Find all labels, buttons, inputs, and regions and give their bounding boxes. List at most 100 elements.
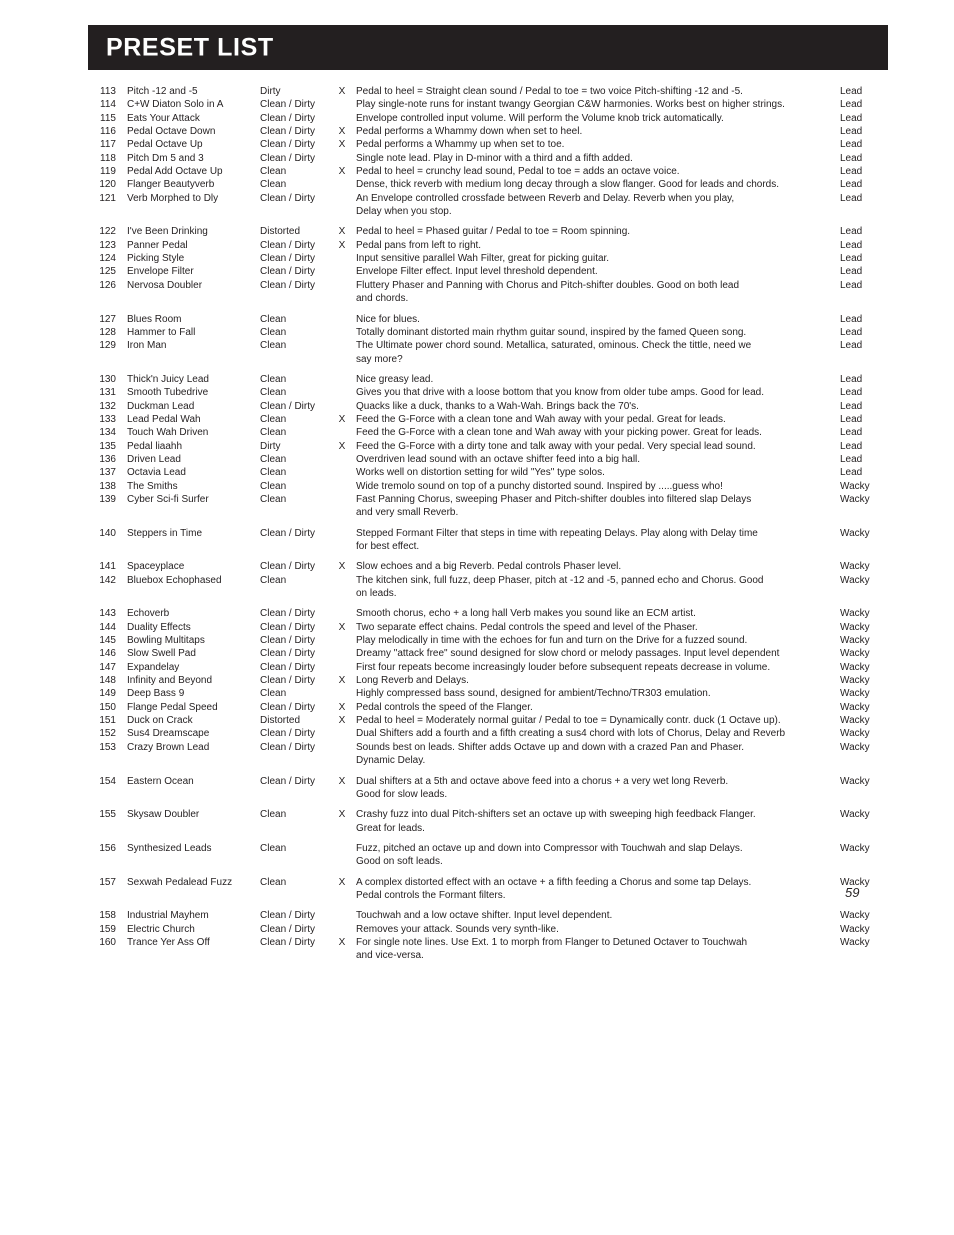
preset-category: Wacky xyxy=(840,675,870,687)
pedal-marker: X xyxy=(338,226,346,238)
pedal-marker: X xyxy=(338,86,346,97)
table-row: 160 Trance Yer Ass Off Clean / Dirty X For s… xyxy=(88,936,888,949)
preset-input-type: Clean / Dirty xyxy=(260,192,316,204)
preset-list-table: 113 Pitch -12 and -5 Dirty X Pedal to heel =… xyxy=(88,85,888,963)
table-row: 153 Crazy Brown Lead Clean / Dirty Sounds b… xyxy=(88,741,888,754)
preset-input-type: Clean xyxy=(260,387,287,399)
preset-number: 126 xyxy=(99,279,116,291)
preset-number: 160 xyxy=(99,936,116,948)
preset-category: Lead xyxy=(840,340,863,352)
preset-number: 127 xyxy=(99,313,116,325)
preset-description: Single note lead. Play in D-minor with a… xyxy=(356,152,633,164)
pedal-marker: X xyxy=(338,166,346,178)
preset-category: Lead xyxy=(840,373,863,385)
preset-category: Lead xyxy=(840,86,863,97)
preset-number: 135 xyxy=(99,440,116,452)
preset-category: Lead xyxy=(840,387,863,399)
preset-description: Highly compressed bass sound, designed f… xyxy=(356,688,711,700)
preset-description: For single note lines. Use Ext. 1 to mor… xyxy=(356,936,748,948)
preset-number: 159 xyxy=(99,923,116,935)
preset-category: Wacky xyxy=(840,809,870,821)
table-row: 137 Octavia Lead Clean Works well on distor… xyxy=(88,466,888,479)
preset-input-type: Clean xyxy=(260,413,287,425)
preset-category: Wacky xyxy=(840,561,870,573)
preset-number: 152 xyxy=(99,728,116,740)
preset-name: Envelope Filter xyxy=(127,266,194,278)
preset-description-continued: Delay when you stop. xyxy=(356,206,452,218)
preset-name: Pitch -12 and -5 xyxy=(127,86,198,97)
preset-category: Lead xyxy=(840,226,863,238)
preset-description: Gives you that drive with a loose bottom… xyxy=(356,387,764,399)
table-row: 127 Blues Room Clean Nice for blues. Lead xyxy=(88,313,888,326)
preset-name: Duck on Crack xyxy=(127,715,193,727)
preset-number: 117 xyxy=(100,139,116,151)
preset-description: Pedal performs a Whammy down when set to… xyxy=(356,126,583,138)
preset-group: 155 Skysaw Doubler Clean X Crashy fuzz into … xyxy=(88,808,888,835)
preset-category: Wacky xyxy=(840,741,870,753)
preset-name: Verb Morphed to Dly xyxy=(127,192,219,204)
preset-category: Lead xyxy=(840,179,863,191)
preset-input-type: Clean / Dirty xyxy=(260,561,316,573)
preset-name: Iron Man xyxy=(127,340,167,352)
preset-name: Blues Room xyxy=(127,313,182,325)
preset-input-type: Clean xyxy=(260,453,287,465)
preset-number: 142 xyxy=(99,574,116,586)
preset-category: Lead xyxy=(840,467,863,479)
preset-input-type: Clean / Dirty xyxy=(260,266,316,278)
preset-description: Envelope Filter effect. Input level thre… xyxy=(356,266,598,278)
preset-number: 134 xyxy=(99,427,116,439)
preset-category: Wacky xyxy=(840,701,870,713)
table-row: 154 Eastern Ocean Clean / Dirty X Dual shift… xyxy=(88,775,888,788)
preset-number: 158 xyxy=(99,910,116,922)
preset-input-type: Clean / Dirty xyxy=(260,741,316,753)
preset-description: Slow echoes and a big Reverb. Pedal cont… xyxy=(356,561,622,573)
preset-description: A complex distorted effect with an octav… xyxy=(356,876,752,888)
preset-description: Fluttery Phaser and Panning with Chorus … xyxy=(356,279,740,291)
preset-name: Steppers in Time xyxy=(127,527,203,539)
table-row: 138 The Smiths Clean Wide tremolo sound on … xyxy=(88,480,888,493)
preset-name: Deep Bass 9 xyxy=(127,688,185,700)
preset-input-type: Distorted xyxy=(260,226,301,238)
preset-number: 128 xyxy=(99,326,116,338)
preset-name: Thick'n Juicy Lead xyxy=(127,373,209,385)
preset-category: Wacky xyxy=(840,775,870,787)
preset-category: Wacky xyxy=(840,635,870,647)
preset-name: Slow Swell Pad xyxy=(127,648,196,660)
preset-name: Bluebox Echophased xyxy=(127,574,222,586)
preset-input-type: Dirty xyxy=(260,86,281,97)
preset-number: 123 xyxy=(99,239,116,251)
preset-input-type: Clean xyxy=(260,842,287,854)
preset-category: Lead xyxy=(840,99,863,111)
preset-input-type: Clean xyxy=(260,340,287,352)
preset-name: Cyber Sci-fi Surfer xyxy=(127,493,209,505)
table-row: 132 Duckman Lead Clean / Dirty Quacks like … xyxy=(88,400,888,413)
preset-category: Lead xyxy=(840,413,863,425)
preset-input-type: Clean / Dirty xyxy=(260,728,316,740)
preset-number: 133 xyxy=(99,413,116,425)
preset-number: 120 xyxy=(99,179,116,191)
preset-group: 113 Pitch -12 and -5 Dirty X Pedal to heel =… xyxy=(88,85,888,218)
table-row: 147 Expandelay Clean / Dirty First four rep… xyxy=(88,661,888,674)
preset-input-type: Clean / Dirty xyxy=(260,527,316,539)
preset-input-type: Clean / Dirty xyxy=(260,152,316,164)
preset-input-type: Clean xyxy=(260,427,287,439)
preset-description: Crashy fuzz into dual Pitch-shifters set… xyxy=(356,809,756,821)
preset-category: Wacky xyxy=(840,923,870,935)
preset-input-type: Clean / Dirty xyxy=(260,910,316,922)
pedal-marker: X xyxy=(338,715,346,727)
preset-input-type: Clean xyxy=(260,467,287,479)
pedal-marker: X xyxy=(338,809,346,821)
preset-category: Lead xyxy=(840,266,863,278)
preset-input-type: Clean xyxy=(260,809,287,821)
preset-number: 116 xyxy=(100,126,116,138)
preset-description: Touchwah and a low octave shifter. Input… xyxy=(356,910,613,922)
preset-description-continued: Great for leads. xyxy=(356,822,425,834)
preset-input-type: Clean / Dirty xyxy=(260,775,316,787)
preset-input-type: Clean / Dirty xyxy=(260,139,316,151)
preset-input-type: Clean / Dirty xyxy=(260,253,316,265)
table-row: 125 Envelope Filter Clean / Dirty Envelope … xyxy=(88,265,888,278)
preset-name: Expandelay xyxy=(127,661,180,673)
preset-input-type: Clean xyxy=(260,326,287,338)
pedal-marker: X xyxy=(338,139,346,151)
table-row: 121 Verb Morphed to Dly Clean / Dirty An En… xyxy=(88,192,888,205)
